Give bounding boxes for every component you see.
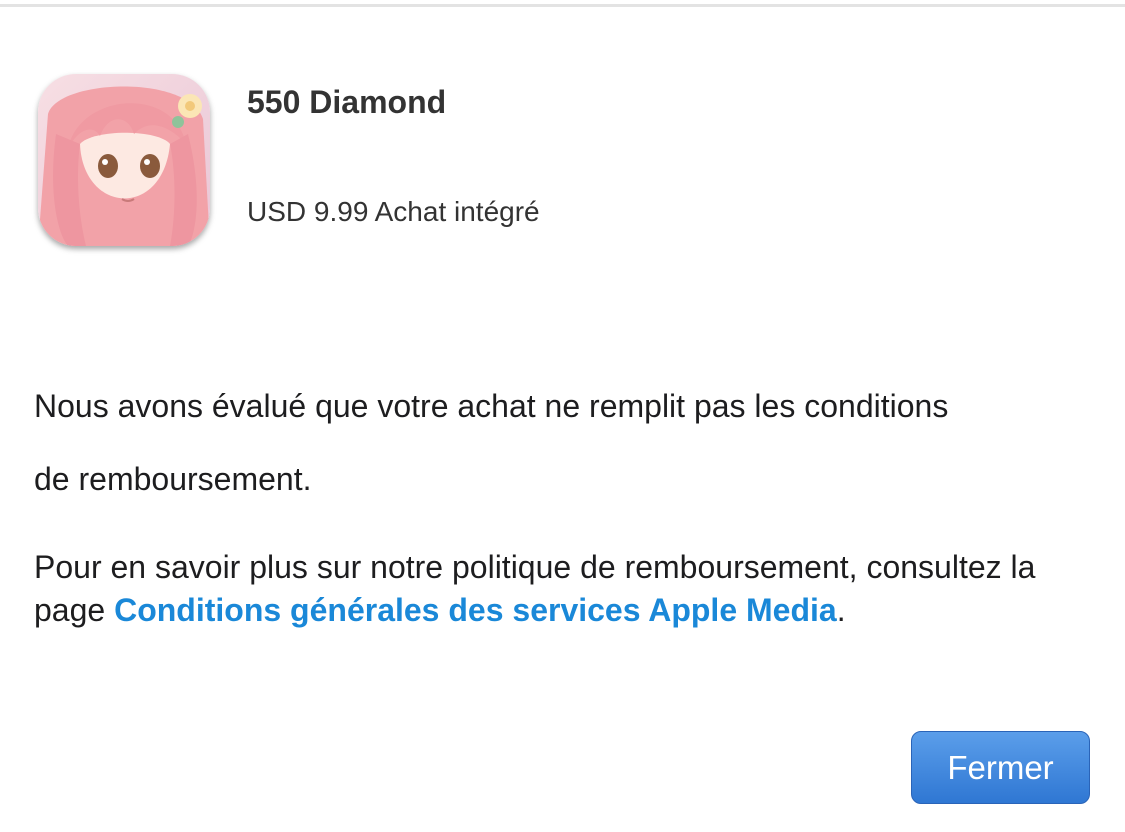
product-name: 550 Diamond — [247, 84, 447, 120]
product-price: USD 9.99 Achat intégré — [247, 196, 540, 227]
top-divider — [0, 4, 1125, 7]
close-button[interactable]: Fermer — [911, 731, 1090, 804]
app-icon — [38, 74, 210, 246]
terms-link[interactable]: Conditions générales des services Apple … — [114, 592, 837, 628]
refund-message: Nous avons évalué que votre achat ne rem… — [34, 370, 1094, 516]
policy-period: . — [836, 592, 846, 628]
refund-message-line-2: de remboursement. — [34, 461, 312, 497]
refund-result-page: 550 Diamond USD 9.99 Achat intégré Nous … — [0, 0, 1125, 832]
refund-message-line-1: Nous avons évalué que votre achat ne rem… — [34, 388, 949, 424]
app-icon-artwork — [38, 74, 210, 246]
policy-info: Pour en savoir plus sur notre politique … — [34, 546, 1074, 632]
